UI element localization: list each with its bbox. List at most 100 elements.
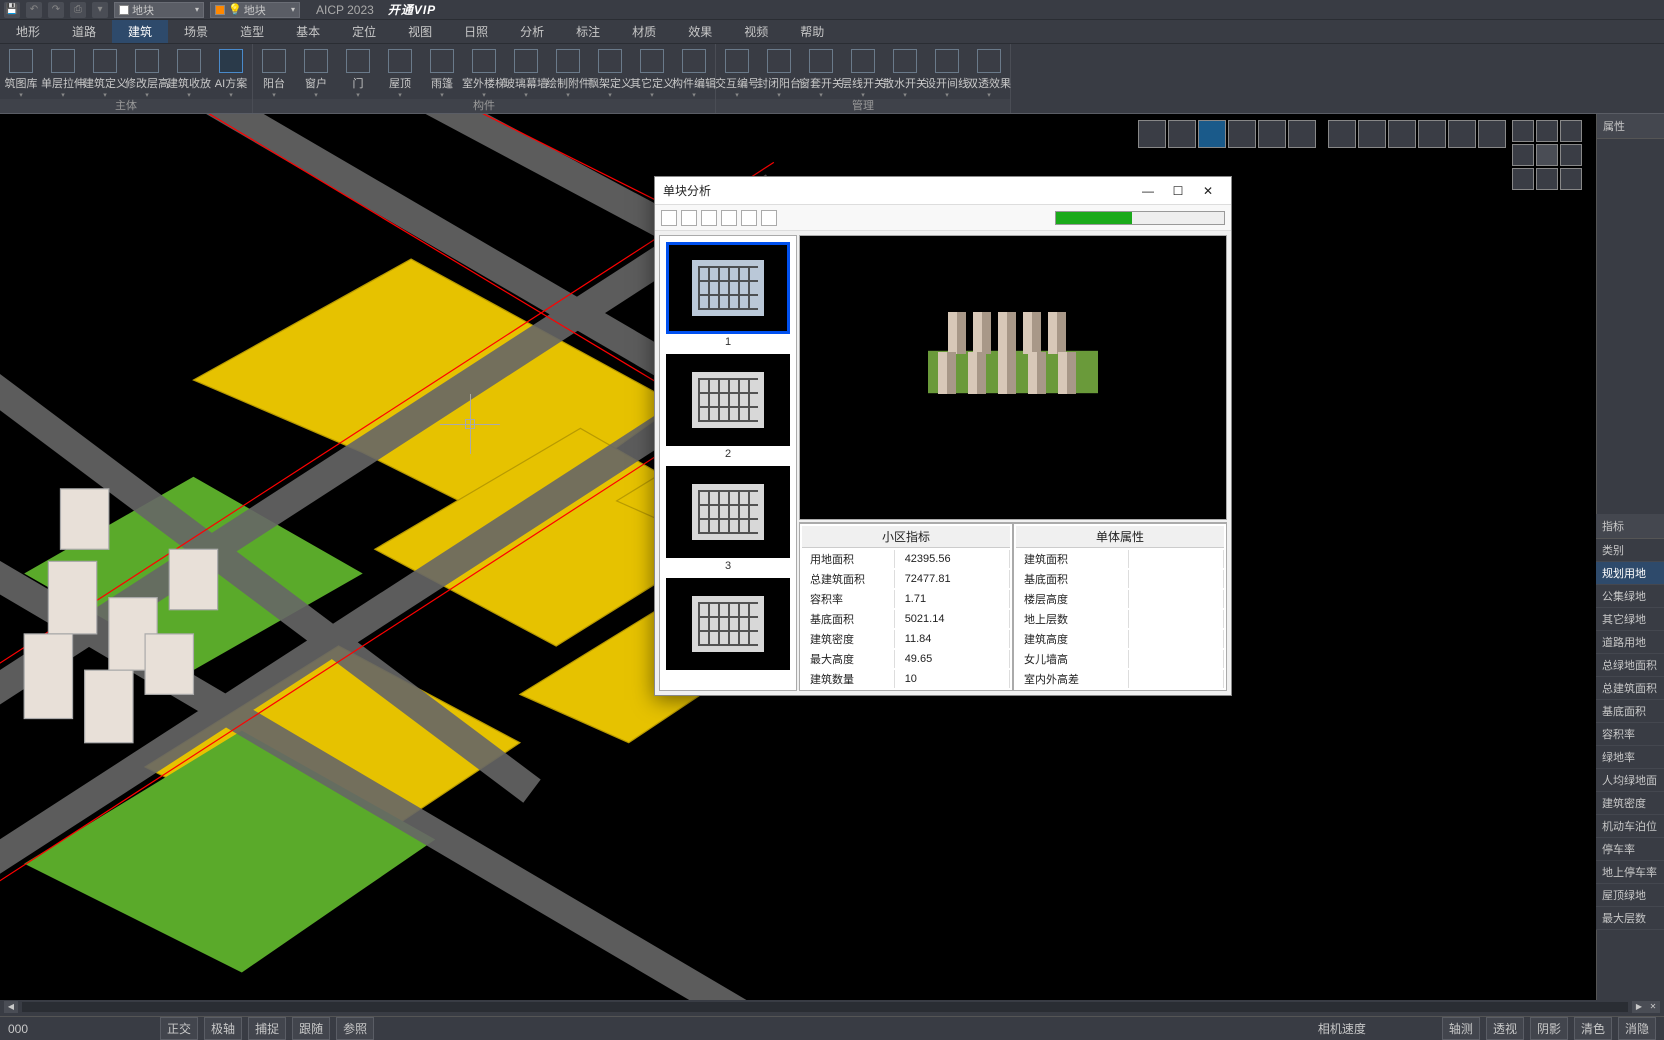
- thumbnail-list[interactable]: 1 2 3: [659, 235, 797, 691]
- menu-effect[interactable]: 效果: [672, 20, 728, 43]
- preview-3d[interactable]: [799, 235, 1227, 520]
- view-tool-8[interactable]: [1358, 120, 1386, 148]
- metric-最大层数[interactable]: 最大层数: [1596, 907, 1664, 930]
- menu-shape[interactable]: 造型: [224, 20, 280, 43]
- layer-combo-2[interactable]: 💡地块▾: [210, 2, 300, 18]
- close-button[interactable]: ✕: [1193, 179, 1223, 203]
- redo-icon[interactable]: ↷: [48, 2, 64, 18]
- menu-material[interactable]: 材质: [616, 20, 672, 43]
- ribbon-tool-建筑收放[interactable]: 建筑收放▾: [168, 44, 210, 99]
- ribbon-tool-玻璃幕墙[interactable]: 玻璃幕墙▾: [505, 44, 547, 99]
- dlg-tool-2[interactable]: [681, 210, 697, 226]
- minimize-button[interactable]: —: [1133, 179, 1163, 203]
- nav-center[interactable]: [1536, 144, 1558, 166]
- ribbon-tool-层线开关[interactable]: 层线开关▾: [842, 44, 884, 99]
- ribbon-tool-其它定义[interactable]: 其它定义▾: [631, 44, 673, 99]
- toggle-ortho[interactable]: 正交: [160, 1017, 198, 1040]
- dialog-titlebar[interactable]: 单块分析 — ☐ ✕: [655, 177, 1231, 205]
- nav-ne[interactable]: [1560, 120, 1582, 142]
- scroll-close[interactable]: ✕: [1646, 1001, 1660, 1013]
- ribbon-tool-窗户[interactable]: 窗户▾: [295, 44, 337, 99]
- layer-combo-1[interactable]: 地块▾: [114, 2, 204, 18]
- view-tool-4[interactable]: [1228, 120, 1256, 148]
- view-tool-3[interactable]: [1198, 120, 1226, 148]
- ribbon-tool-窗套开关[interactable]: 窗套开关▾: [800, 44, 842, 99]
- menu-basic[interactable]: 基本: [280, 20, 336, 43]
- nav-s[interactable]: [1536, 168, 1558, 190]
- ribbon-tool-屋顶[interactable]: 屋顶▾: [379, 44, 421, 99]
- thumb-3[interactable]: 3: [666, 466, 790, 572]
- ribbon-tool-建筑定义[interactable]: 建筑定义▾: [84, 44, 126, 99]
- view-persp[interactable]: 透视: [1486, 1017, 1524, 1040]
- ribbon-tool-封闭阳台[interactable]: 封闭阳台▾: [758, 44, 800, 99]
- view-tool-2[interactable]: [1168, 120, 1196, 148]
- menu-terrain[interactable]: 地形: [0, 20, 56, 43]
- vip-button[interactable]: 开通VIP: [388, 1, 436, 18]
- view-tool-5[interactable]: [1258, 120, 1286, 148]
- menu-view[interactable]: 视图: [392, 20, 448, 43]
- metric-停车率[interactable]: 停车率: [1596, 838, 1664, 861]
- undo-icon[interactable]: ↶: [26, 2, 42, 18]
- toggle-track[interactable]: 跟随: [292, 1017, 330, 1040]
- nav-nw[interactable]: [1512, 120, 1534, 142]
- ribbon-tool-筑图库[interactable]: 筑图库▾: [0, 44, 42, 99]
- metric-绿地率[interactable]: 绿地率: [1596, 746, 1664, 769]
- view-hidden[interactable]: 消隐: [1618, 1017, 1656, 1040]
- view-tool-6[interactable]: [1288, 120, 1316, 148]
- dlg-tool-3[interactable]: [701, 210, 717, 226]
- view-shadow[interactable]: 阴影: [1530, 1017, 1568, 1040]
- metric-机动车泊位[interactable]: 机动车泊位: [1596, 815, 1664, 838]
- metric-地上停车率[interactable]: 地上停车率: [1596, 861, 1664, 884]
- metric-总建筑面积[interactable]: 总建筑面积: [1596, 677, 1664, 700]
- metric-人均绿地面[interactable]: 人均绿地面: [1596, 769, 1664, 792]
- menu-label[interactable]: 标注: [560, 20, 616, 43]
- ribbon-tool-散水开关[interactable]: 散水开关▾: [884, 44, 926, 99]
- dlg-tool-5[interactable]: [741, 210, 757, 226]
- view-clear[interactable]: 清色: [1574, 1017, 1612, 1040]
- view-tool-11[interactable]: [1448, 120, 1476, 148]
- thumb-1[interactable]: 1: [666, 242, 790, 348]
- toggle-snap[interactable]: 捕捉: [248, 1017, 286, 1040]
- save-icon[interactable]: 💾: [4, 2, 20, 18]
- toggle-polar[interactable]: 极轴: [204, 1017, 242, 1040]
- h-scrollbar[interactable]: ◀ ▶ ✕: [0, 1000, 1664, 1014]
- view-axon[interactable]: 轴测: [1442, 1017, 1480, 1040]
- dlg-tool-4[interactable]: [721, 210, 737, 226]
- ribbon-tool-绘制附件[interactable]: 绘制附件▾: [547, 44, 589, 99]
- ribbon-tool-设开间线[interactable]: 设开间线▾: [926, 44, 968, 99]
- print-icon[interactable]: ⎙: [70, 2, 86, 18]
- nav-n[interactable]: [1536, 120, 1558, 142]
- metric-容积率[interactable]: 容积率: [1596, 723, 1664, 746]
- maximize-button[interactable]: ☐: [1163, 179, 1193, 203]
- dlg-tool-6[interactable]: [761, 210, 777, 226]
- view-tool-10[interactable]: [1418, 120, 1446, 148]
- menu-locate[interactable]: 定位: [336, 20, 392, 43]
- dlg-tool-1[interactable]: [661, 210, 677, 226]
- toggle-ref[interactable]: 参照: [336, 1017, 374, 1040]
- scroll-left[interactable]: ◀: [4, 1001, 18, 1013]
- view-tool-7[interactable]: [1328, 120, 1356, 148]
- ribbon-tool-门[interactable]: 门▾: [337, 44, 379, 99]
- metric-类别[interactable]: 类别: [1596, 539, 1664, 562]
- metric-道路用地[interactable]: 道路用地: [1596, 631, 1664, 654]
- nav-e[interactable]: [1560, 144, 1582, 166]
- menu-video[interactable]: 视频: [728, 20, 784, 43]
- metric-其它绿地[interactable]: 其它绿地: [1596, 608, 1664, 631]
- ribbon-tool-雨篷[interactable]: 雨篷▾: [421, 44, 463, 99]
- nav-w[interactable]: [1512, 144, 1534, 166]
- ribbon-tool-AI方案[interactable]: AI方案▾: [210, 44, 252, 99]
- metric-总绿地面积[interactable]: 总绿地面积: [1596, 654, 1664, 677]
- menu-scene[interactable]: 场景: [168, 20, 224, 43]
- ribbon-tool-飘架定义[interactable]: 飘架定义▾: [589, 44, 631, 99]
- view-tool-12[interactable]: [1478, 120, 1506, 148]
- menu-building[interactable]: 建筑: [112, 20, 168, 43]
- caret-icon[interactable]: ▾: [92, 2, 108, 18]
- ribbon-tool-交互编号[interactable]: 交互编号▾: [716, 44, 758, 99]
- menu-help[interactable]: 帮助: [784, 20, 840, 43]
- metric-规划用地[interactable]: 规划用地: [1596, 562, 1664, 585]
- nav-sw[interactable]: [1512, 168, 1534, 190]
- thumb-4[interactable]: [666, 578, 790, 670]
- ribbon-tool-双透效果[interactable]: 双透效果▾: [968, 44, 1010, 99]
- thumb-2[interactable]: 2: [666, 354, 790, 460]
- view-tool-9[interactable]: [1388, 120, 1416, 148]
